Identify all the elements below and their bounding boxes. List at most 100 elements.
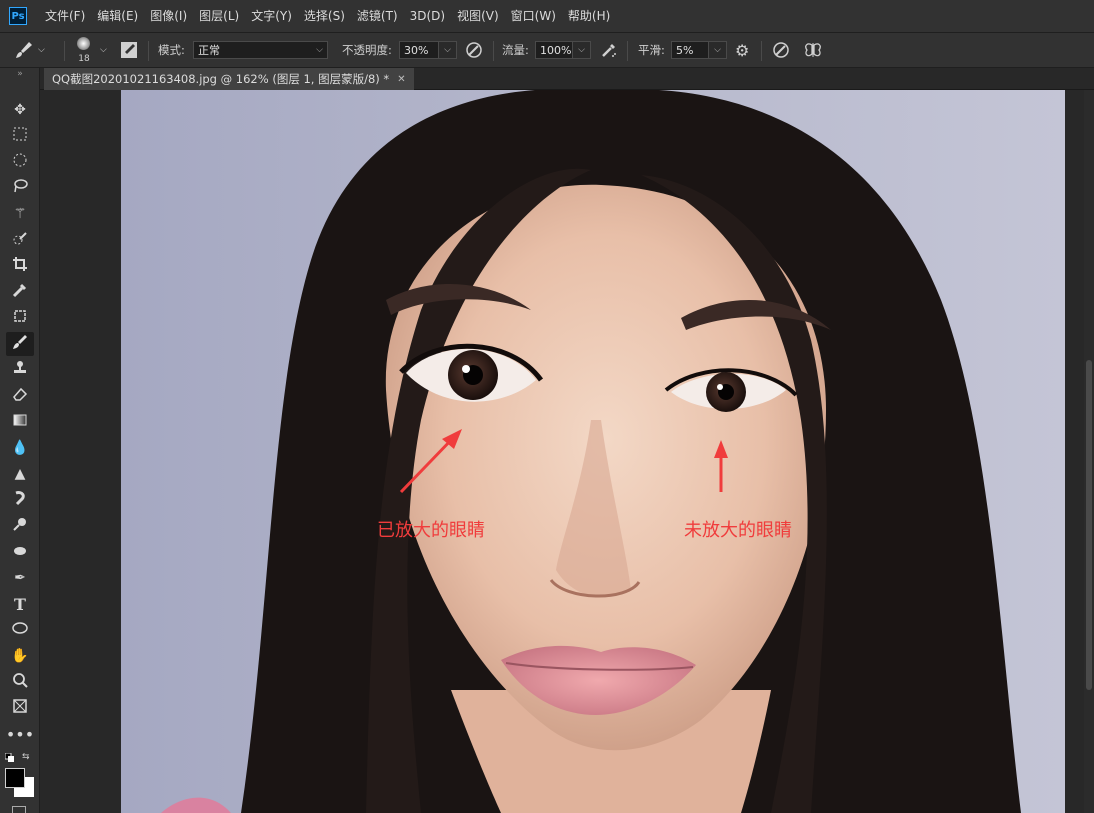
menu-view[interactable]: 视图(V) xyxy=(451,0,505,32)
airbrush-button[interactable] xyxy=(600,33,618,67)
divider xyxy=(148,41,149,61)
document-title: QQ截图20201021163408.jpg @ 162% (图层 1, 图层蒙… xyxy=(52,71,389,87)
pen-tool[interactable]: ✒ xyxy=(6,566,34,590)
annotation-arrows xyxy=(121,90,1065,813)
brush-tip-preview xyxy=(77,37,90,50)
mode-select[interactable]: 正常 ⌵ xyxy=(193,33,328,67)
canvas-area[interactable]: 已放大的眼睛 未放大的眼睛 xyxy=(40,90,1084,813)
tool-preset-picker[interactable]: ⌵ xyxy=(14,33,45,67)
stamp-icon xyxy=(12,360,28,380)
type-tool[interactable]: T xyxy=(6,592,34,616)
smoothing-options-button[interactable]: ⚙ xyxy=(735,33,749,67)
artboard-tool[interactable] xyxy=(6,696,34,720)
opacity-pressure-button[interactable] xyxy=(465,33,483,67)
flow-input[interactable]: 100% ⌵ xyxy=(535,33,591,67)
menu-filter[interactable]: 滤镜(T) xyxy=(351,0,404,32)
mode-label: 模式: xyxy=(158,42,185,58)
chevron-down-icon: ⌵ xyxy=(439,41,457,59)
magic-wand-tool[interactable]: ⚚ xyxy=(6,202,34,226)
move-tool[interactable]: ✥ xyxy=(6,98,34,122)
divider xyxy=(627,41,628,61)
menu-select[interactable]: 选择(S) xyxy=(298,0,351,32)
menu-3d[interactable]: 3D(D) xyxy=(404,0,451,32)
chevron-down-icon: ⌵ xyxy=(38,45,45,55)
clone-stamp-tool[interactable] xyxy=(6,358,34,382)
menu-edit[interactable]: 编辑(E) xyxy=(91,0,144,32)
type-icon: T xyxy=(14,595,26,614)
menu-help[interactable]: 帮助(H) xyxy=(562,0,616,32)
blur-drop-icon: 💧 xyxy=(11,440,28,456)
gradient-tool[interactable] xyxy=(6,410,34,434)
lasso-icon xyxy=(12,178,28,198)
mode-value: 正常 xyxy=(198,42,220,58)
hand-tool[interactable]: ✋ xyxy=(6,644,34,668)
quick-mask-icon[interactable] xyxy=(12,806,26,813)
frame-icon xyxy=(12,308,28,328)
crop-icon xyxy=(12,256,28,276)
ellipsis-icon: ••• xyxy=(6,725,34,744)
elliptical-marquee-tool[interactable] xyxy=(6,150,34,174)
smoothing-input[interactable]: 5% ⌵ xyxy=(671,33,727,67)
brush-settings-toggle[interactable] xyxy=(120,33,138,67)
chevron-down-icon: ⌵ xyxy=(709,41,727,59)
menu-type[interactable]: 文字(Y) xyxy=(245,0,298,32)
symmetry-button[interactable] xyxy=(803,33,823,67)
size-pressure-button[interactable] xyxy=(772,33,790,67)
frame-tool[interactable] xyxy=(6,306,34,330)
eraser-tool[interactable] xyxy=(6,384,34,408)
elliptical-marquee-icon xyxy=(12,152,28,172)
close-icon[interactable]: ✕ xyxy=(397,74,405,85)
sharpen-tool[interactable]: ▲ xyxy=(6,462,34,486)
lasso-tool[interactable] xyxy=(6,176,34,200)
ellipse-icon xyxy=(12,620,28,640)
divider xyxy=(64,41,65,61)
smoothing-label: 平滑: xyxy=(638,42,665,58)
zoom-tool[interactable] xyxy=(6,670,34,694)
divider xyxy=(761,41,762,61)
gradient-icon xyxy=(12,412,28,432)
sponge-icon xyxy=(12,542,28,562)
document-tab[interactable]: QQ截图20201021163408.jpg @ 162% (图层 1, 图层蒙… xyxy=(44,68,414,90)
left-eye-arrow xyxy=(401,437,454,492)
ellipse-tool[interactable] xyxy=(6,618,34,642)
rectangular-marquee-icon xyxy=(12,126,28,146)
crop-tool[interactable] xyxy=(6,254,34,278)
left-eye-annotation: 已放大的眼睛 xyxy=(377,516,485,542)
opacity-input[interactable]: 30% ⌵ xyxy=(399,33,457,67)
pressure-icon xyxy=(772,41,790,59)
menu-layer[interactable]: 图层(L) xyxy=(193,0,245,32)
marquee-tool[interactable] xyxy=(6,124,34,148)
brush-tool[interactable] xyxy=(6,332,34,356)
collapse-icon[interactable]: » xyxy=(0,68,40,80)
sponge-tool[interactable] xyxy=(6,540,34,564)
opacity-value: 30% xyxy=(399,41,439,59)
vertical-scrollbar[interactable] xyxy=(1084,90,1094,813)
default-colors-icon[interactable] xyxy=(5,752,15,762)
chevron-down-icon: ⌵ xyxy=(100,45,107,55)
symmetry-icon xyxy=(803,41,823,59)
document-canvas[interactable]: 已放大的眼睛 未放大的眼睛 xyxy=(121,90,1065,813)
quick-selection-tool[interactable] xyxy=(6,228,34,252)
brush-icon xyxy=(12,334,28,354)
dodge-tool[interactable] xyxy=(6,514,34,538)
photoshop-logo: Ps xyxy=(9,7,27,25)
blur-tool[interactable]: 💧 xyxy=(6,436,34,460)
scrollbar-thumb[interactable] xyxy=(1086,360,1092,690)
brush-size-label: 18 xyxy=(72,54,96,64)
foreground-color-swatch[interactable] xyxy=(5,768,25,788)
divider xyxy=(493,41,494,61)
eyedropper-tool[interactable] xyxy=(6,280,34,304)
opacity-label: 不透明度: xyxy=(342,42,392,58)
brush-preset-picker[interactable]: 18 ⌵ xyxy=(72,33,107,67)
mask-icon xyxy=(120,41,138,59)
chevron-down-icon: ⌵ xyxy=(573,41,591,59)
menu-window[interactable]: 窗口(W) xyxy=(505,0,562,32)
menu-file[interactable]: 文件(F) xyxy=(39,0,91,32)
airbrush-icon xyxy=(600,41,618,59)
menu-image[interactable]: 图像(I) xyxy=(144,0,193,32)
more-tools-button[interactable]: ••• xyxy=(6,722,34,746)
flow-label: 流量: xyxy=(502,42,529,58)
smudge-tool[interactable] xyxy=(6,488,34,512)
right-eye-annotation: 未放大的眼睛 xyxy=(684,516,792,542)
swap-colors-icon[interactable]: ⇆ xyxy=(22,752,30,762)
